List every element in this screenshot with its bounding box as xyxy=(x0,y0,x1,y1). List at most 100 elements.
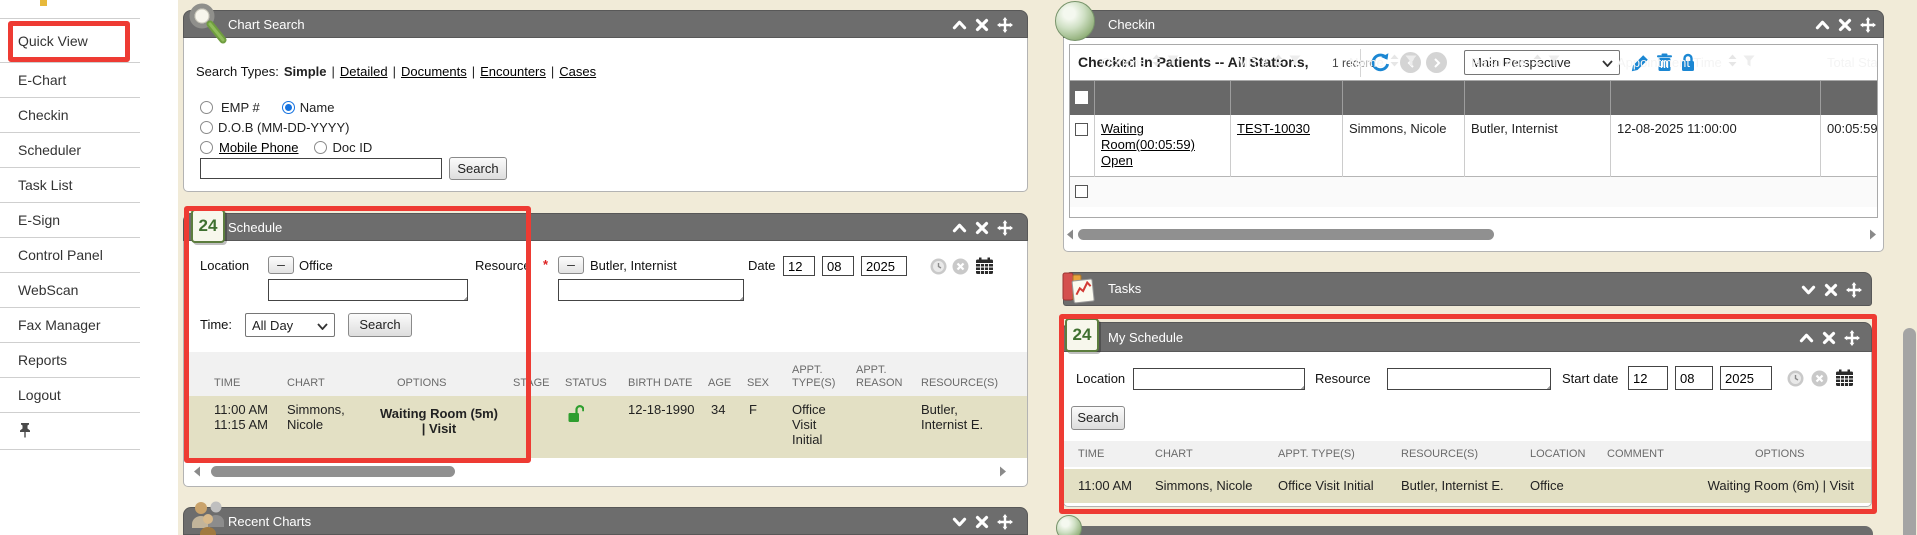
resource-input[interactable] xyxy=(558,279,744,301)
clear-date-icon[interactable] xyxy=(952,258,969,275)
horizontal-scrollbar[interactable] xyxy=(211,466,455,477)
scroll-right-icon[interactable] xyxy=(999,466,1007,477)
collapse-icon[interactable] xyxy=(952,18,967,32)
sidebar-item-task-list[interactable]: Task List xyxy=(0,168,140,203)
col-resource: RESOURCE(S) xyxy=(921,377,998,390)
move-icon[interactable] xyxy=(1860,17,1876,33)
open-link[interactable]: Open xyxy=(1101,153,1133,168)
date-month-input[interactable] xyxy=(783,256,815,276)
sidebar-item-webscan[interactable]: WebScan xyxy=(0,273,140,308)
date-year-input[interactable] xyxy=(861,256,907,276)
col-appointment-time[interactable]: Appointment Time xyxy=(1610,45,1820,79)
close-icon[interactable] xyxy=(1838,18,1852,32)
sort-icon[interactable] xyxy=(1151,54,1162,70)
cell-sex: F xyxy=(749,402,757,417)
row-checkbox[interactable] xyxy=(1075,185,1088,198)
date-label: Date xyxy=(748,258,775,273)
sidebar-item-logout[interactable]: Logout xyxy=(0,378,140,413)
mobile-phone-radio[interactable] xyxy=(200,141,213,154)
col-age: AGE xyxy=(708,377,731,390)
sort-icon[interactable] xyxy=(1532,54,1543,70)
collapse-icon[interactable] xyxy=(1815,18,1830,32)
move-icon[interactable] xyxy=(997,17,1013,33)
chart-search-input[interactable] xyxy=(200,158,442,179)
sidebar-item-e-chart[interactable]: E-Chart xyxy=(0,63,140,98)
required-asterisk: * xyxy=(543,257,548,272)
date-day-input[interactable] xyxy=(822,256,854,276)
scroll-left-icon[interactable] xyxy=(193,466,201,477)
close-icon[interactable] xyxy=(975,515,989,529)
sidebar-item-e-sign[interactable]: E-Sign xyxy=(0,203,140,238)
search-type-simple[interactable]: Simple xyxy=(284,64,327,79)
collapse-icon[interactable] xyxy=(952,221,967,235)
scroll-right-icon[interactable] xyxy=(1869,229,1877,240)
filter-icon[interactable] xyxy=(1167,55,1179,70)
filter-icon[interactable] xyxy=(1405,55,1417,70)
sort-icon[interactable] xyxy=(1389,54,1400,70)
move-icon[interactable] xyxy=(997,514,1013,530)
checkin-row[interactable]: Waiting Room(00:05:59) Open TEST-10030 S… xyxy=(1070,115,1877,177)
col-total-stay[interactable]: Total Sta xyxy=(1820,45,1877,79)
calendar-picker-icon[interactable] xyxy=(975,257,994,275)
vertical-scrollbar[interactable] xyxy=(1903,328,1916,535)
search-type-cases-link[interactable]: Cases xyxy=(559,64,596,79)
cell-mr-link[interactable]: TEST-10030 xyxy=(1237,121,1310,137)
people-icon xyxy=(189,499,227,535)
close-icon[interactable] xyxy=(975,18,989,32)
tasks-icon xyxy=(1059,268,1097,306)
sidebar-item-fax-manager[interactable]: Fax Manager xyxy=(0,308,140,343)
col-appt-type: APPT. TYPE(S) xyxy=(792,364,835,390)
checkin-panel: Checkin Checked In Patients -- All Stati… xyxy=(1063,10,1884,252)
tasks-title: Tasks xyxy=(1108,281,1141,296)
close-icon[interactable] xyxy=(1824,283,1838,297)
checkin-empty-row[interactable] xyxy=(1070,177,1877,207)
scroll-left-icon[interactable] xyxy=(1066,229,1074,240)
expand-icon[interactable] xyxy=(952,515,967,529)
doc-id-radio[interactable] xyxy=(314,141,327,154)
search-type-detailed-link[interactable]: Detailed xyxy=(340,64,388,79)
sidebar-item-checkin[interactable]: Checkin xyxy=(0,98,140,133)
move-icon[interactable] xyxy=(997,220,1013,236)
sidebar-item-reports[interactable]: Reports xyxy=(0,343,140,378)
chart-search-button[interactable]: Search xyxy=(449,157,507,180)
name-label: Name xyxy=(300,100,335,115)
checkin-grid: Checked In Patients -- All Stations, 1 r… xyxy=(1069,44,1878,218)
col-name[interactable]: Name xyxy=(1342,45,1464,79)
annotation-box-schedule xyxy=(184,206,531,463)
horizontal-scrollbar[interactable] xyxy=(1078,229,1494,240)
select-all-checkbox[interactable] xyxy=(1075,91,1088,104)
sort-icon[interactable] xyxy=(1273,54,1284,70)
filter-icon[interactable] xyxy=(1743,55,1755,70)
mobile-phone-label[interactable]: Mobile Phone xyxy=(219,140,299,155)
sort-icon[interactable] xyxy=(1727,54,1738,70)
col-resource[interactable]: Resource xyxy=(1464,45,1610,79)
close-icon[interactable] xyxy=(975,221,989,235)
waiting-room-link[interactable]: Waiting Room(00:05:59) xyxy=(1101,121,1195,152)
sidebar-item-control-panel[interactable]: Control Panel xyxy=(0,238,140,273)
time-picker-icon[interactable] xyxy=(930,258,947,275)
next-panel-orb-icon xyxy=(1056,515,1082,535)
cell-appt-type: Office Visit Initial xyxy=(792,402,826,447)
col-options[interactable]: Options xyxy=(1094,45,1230,79)
magnifier-icon xyxy=(187,2,229,47)
doc-id-label: Doc ID xyxy=(333,140,373,155)
move-icon[interactable] xyxy=(1846,282,1862,298)
row-checkbox[interactable] xyxy=(1075,123,1088,136)
col-status: STATUS xyxy=(565,377,607,390)
search-type-documents-link[interactable]: Documents xyxy=(401,64,467,79)
dob-radio[interactable] xyxy=(200,121,213,134)
sidebar-item-scheduler[interactable]: Scheduler xyxy=(0,133,140,168)
unlock-icon[interactable] xyxy=(567,404,584,426)
filter-icon[interactable] xyxy=(1289,55,1301,70)
emp-number-radio[interactable] xyxy=(200,101,213,114)
search-type-encounters-link[interactable]: Encounters xyxy=(480,64,546,79)
checkin-header xyxy=(1063,10,1884,38)
col-mr[interactable]: MR # xyxy=(1230,45,1342,79)
resource-collapse-button[interactable]: – xyxy=(558,256,584,274)
name-radio[interactable] xyxy=(282,101,295,114)
cell-name: Simmons, Nicole xyxy=(1349,121,1447,137)
col-birth-date: BIRTH DATE xyxy=(628,377,692,390)
filter-icon[interactable] xyxy=(1548,55,1560,70)
expand-icon[interactable] xyxy=(1801,283,1816,297)
sidebar-pin-button[interactable] xyxy=(0,413,140,450)
